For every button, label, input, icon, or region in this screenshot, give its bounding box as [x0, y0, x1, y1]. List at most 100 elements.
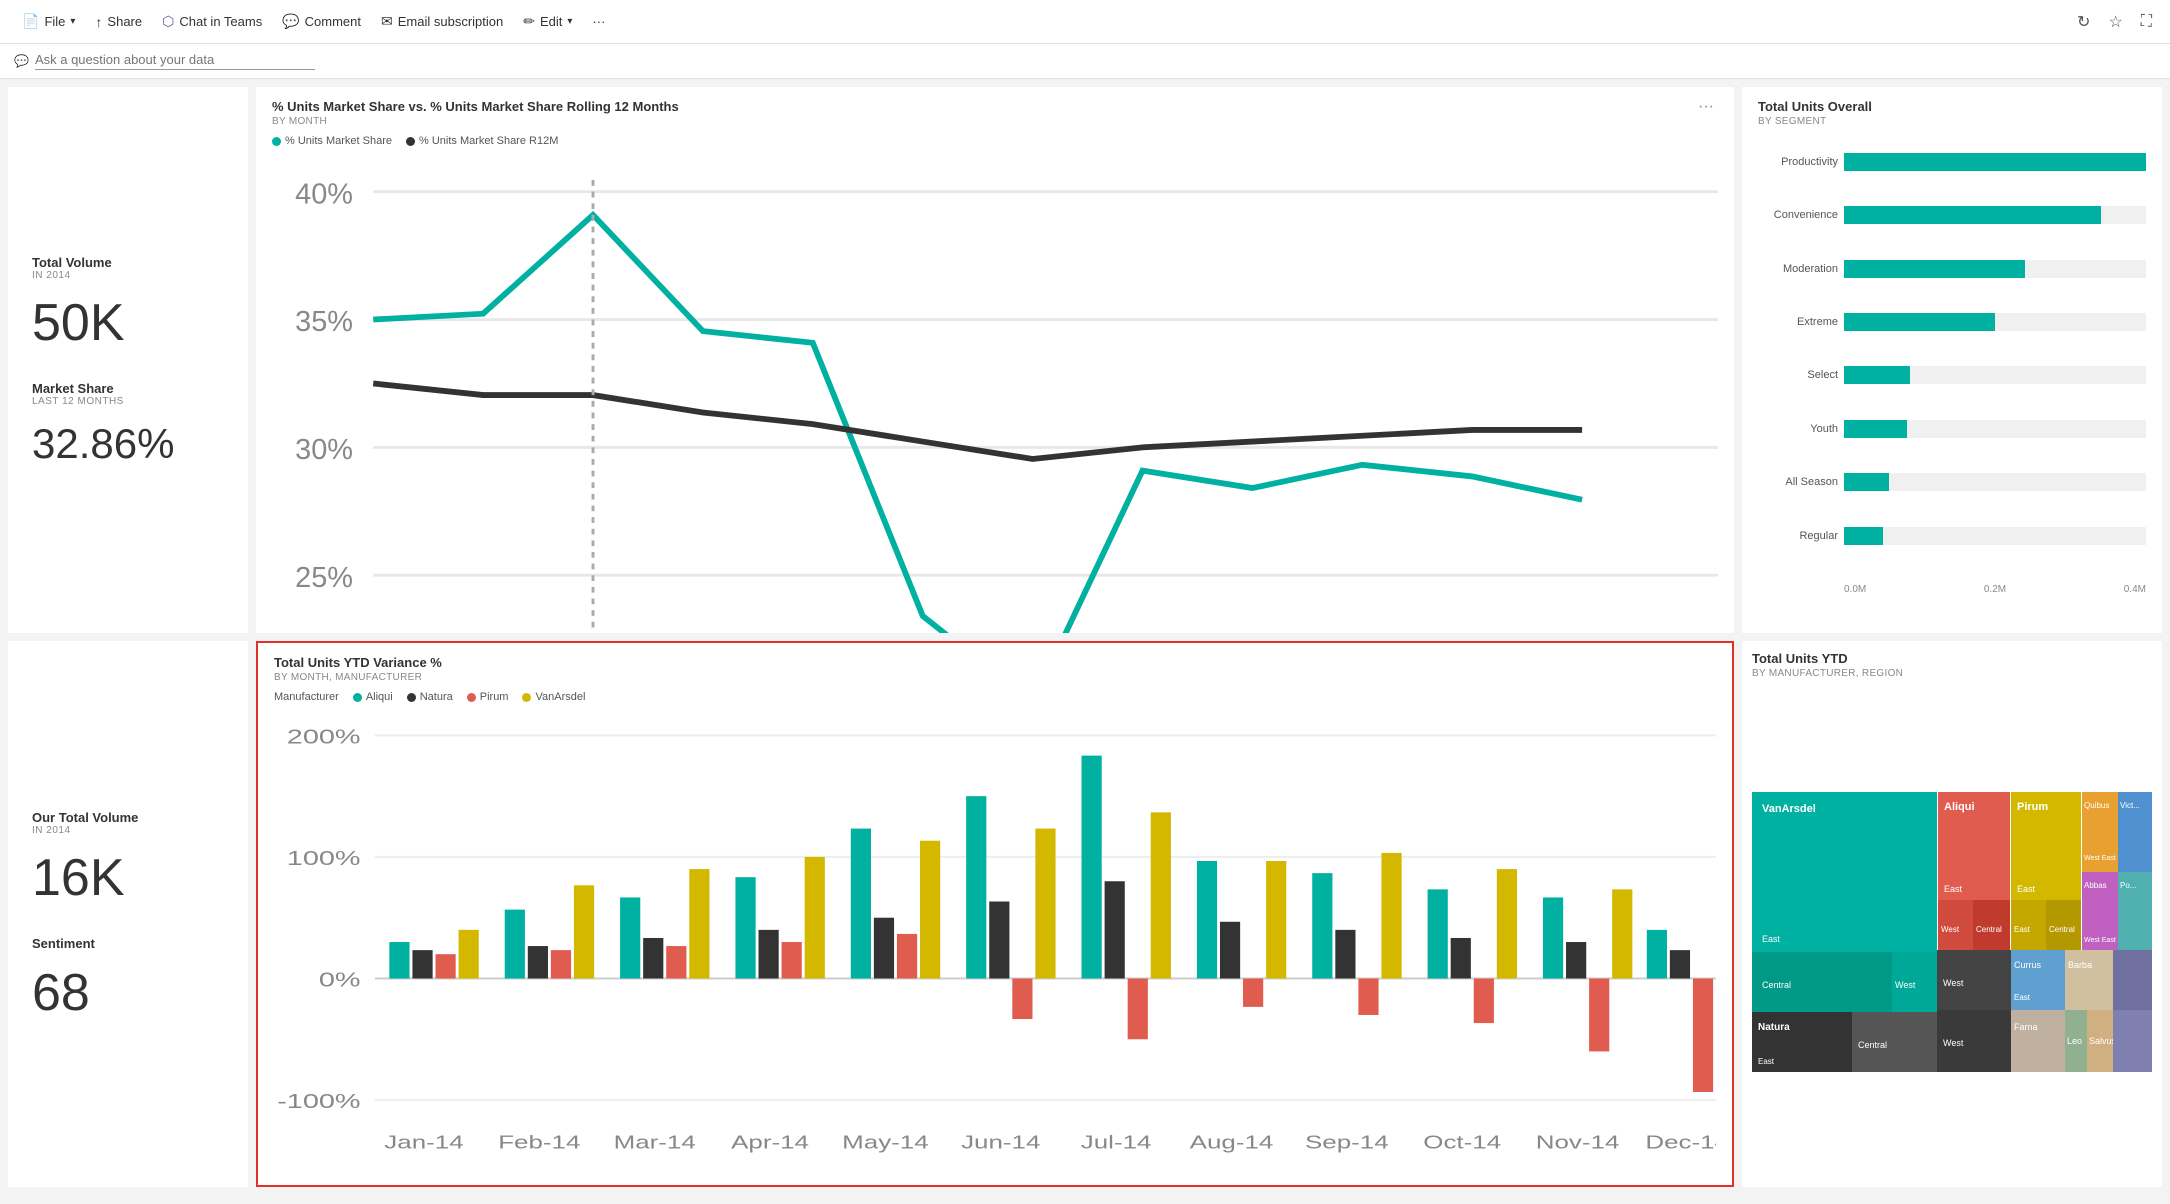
- share-button[interactable]: ↑ Share: [85, 0, 152, 43]
- file-label: File: [44, 14, 65, 29]
- treemap-vanarsdel[interactable]: [1752, 792, 1937, 952]
- treemap-subtitle: BY MANUFACTURER, REGION: [1752, 668, 2152, 679]
- svg-text:200%: 200%: [287, 726, 361, 749]
- fullscreen-button[interactable]: ⛶: [2135, 8, 2158, 36]
- svg-text:Dec-14: Dec-14: [1645, 1132, 1716, 1152]
- treemap-barba[interactable]: [2065, 950, 2113, 1010]
- file-button[interactable]: 📄 File ▾: [12, 0, 85, 43]
- svg-text:West East: West East: [2084, 937, 2116, 944]
- treemap-title: Total Units YTD: [1752, 651, 2152, 666]
- chat-label: Chat in Teams: [179, 14, 262, 29]
- svg-text:Feb-14: Feb-14: [498, 1132, 580, 1152]
- qa-input-container[interactable]: [35, 52, 315, 70]
- toolbar-right-actions: ↻ ☆ ⛶: [2071, 8, 2158, 36]
- hbar-axis: 0.0M 0.2M 0.4M: [1758, 584, 2146, 595]
- comment-button[interactable]: 💬 Comment: [272, 0, 371, 43]
- svg-text:Po...: Po...: [2120, 881, 2136, 890]
- qa-icon: 💬: [14, 54, 29, 68]
- email-subscription-button[interactable]: ✉ Email subscription: [371, 0, 513, 43]
- our-total-value: 16K: [32, 852, 224, 904]
- hbar-row-moderation: Moderation: [1758, 260, 2146, 278]
- hbar-chart-title: Total Units Overall: [1758, 99, 2146, 114]
- hbar-row-allseason: All Season: [1758, 473, 2146, 491]
- sentiment-value: 68: [32, 967, 224, 1019]
- share-icon: ↑: [95, 14, 102, 30]
- qa-input[interactable]: [35, 52, 315, 67]
- treemap-farna[interactable]: [2011, 1010, 2065, 1072]
- legend-natura: Natura: [407, 691, 453, 703]
- more-options-button[interactable]: ···: [582, 0, 615, 43]
- treemap-extra1: [2113, 950, 2152, 1010]
- svg-text:Central: Central: [1762, 980, 1791, 990]
- svg-text:East: East: [1944, 884, 1963, 894]
- comment-label: Comment: [305, 14, 361, 29]
- svg-text:30%: 30%: [295, 434, 353, 466]
- svg-text:Oct-14: Oct-14: [1423, 1132, 1501, 1152]
- favorite-button[interactable]: ☆: [2102, 8, 2128, 36]
- svg-text:West: West: [1941, 925, 1960, 934]
- svg-text:100%: 100%: [287, 847, 361, 870]
- svg-text:West: West: [1943, 978, 1964, 988]
- teams-icon: ⬡: [162, 13, 174, 30]
- svg-text:West: West: [1943, 1038, 1964, 1048]
- our-total-label: Our Total Volume: [32, 810, 224, 825]
- refresh-button[interactable]: ↻: [2071, 8, 2096, 36]
- total-volume-period: IN 2014: [32, 270, 224, 281]
- more-label: ···: [592, 14, 605, 29]
- comment-icon: 💬: [282, 13, 299, 30]
- file-icon: 📄: [22, 13, 39, 30]
- svg-text:Aug-14: Aug-14: [1190, 1132, 1274, 1152]
- svg-text:Currus: Currus: [2014, 960, 2042, 970]
- market-share-value: 32.86%: [32, 423, 224, 465]
- legend-dot-teal: [272, 137, 281, 146]
- vbar-chart-legend: Manufacturer Aliqui Natura Pirum VanArsd…: [274, 691, 1716, 703]
- svg-text:Barba: Barba: [2068, 960, 2092, 970]
- svg-text:-100%: -100%: [277, 1090, 360, 1113]
- svg-text:Jul-14: Jul-14: [1081, 1132, 1152, 1152]
- svg-text:East: East: [1762, 934, 1781, 944]
- line-chart-more-button[interactable]: ···: [1694, 99, 1718, 115]
- edit-chevron: ▾: [567, 16, 572, 27]
- our-total-period: IN 2014: [32, 825, 224, 836]
- svg-text:Vict...: Vict...: [2120, 801, 2140, 810]
- svg-text:West: West: [1895, 980, 1916, 990]
- market-share-label: Market Share: [32, 381, 224, 396]
- svg-text:Farna: Farna: [2014, 1022, 2038, 1032]
- total-volume-value: 50K: [32, 297, 224, 349]
- svg-text:35%: 35%: [295, 306, 353, 338]
- treemap-extra2: [2113, 1010, 2152, 1072]
- hbar-row-convenience: Convenience: [1758, 206, 2146, 224]
- line-chart-svg: 40% 35% 30% 25% 20% Jan-14 Feb-14: [272, 151, 1718, 633]
- chat-teams-button[interactable]: ⬡ Chat in Teams: [152, 0, 272, 43]
- edit-icon: ✏: [523, 13, 535, 30]
- line-chart-title: % Units Market Share vs. % Units Market …: [272, 99, 679, 114]
- svg-text:Apr-14: Apr-14: [731, 1132, 809, 1152]
- treemap-svg: VanArsdel East Central West Aliqui East …: [1752, 687, 2152, 1177]
- hbar-row-extreme: Extreme: [1758, 313, 2146, 331]
- line-chart-header: % Units Market Share vs. % Units Market …: [272, 99, 1718, 127]
- svg-text:Jun-14: Jun-14: [961, 1132, 1040, 1152]
- legend-units-market-share: % Units Market Share: [272, 135, 392, 147]
- svg-text:0%: 0%: [319, 969, 361, 992]
- hbar-row-select: Select: [1758, 366, 2146, 384]
- edit-button[interactable]: ✏ Edit ▾: [513, 0, 582, 43]
- svg-text:25%: 25%: [295, 562, 353, 594]
- legend-dot-dark: [406, 137, 415, 146]
- edit-label: Edit: [540, 14, 562, 29]
- svg-text:East: East: [1758, 1057, 1775, 1066]
- email-label: Email subscription: [398, 14, 504, 29]
- svg-text:East: East: [2017, 884, 2036, 894]
- svg-text:Jan-14: Jan-14: [384, 1132, 463, 1152]
- svg-text:Aliqui: Aliqui: [1944, 801, 1975, 813]
- svg-text:Central: Central: [1858, 1040, 1887, 1050]
- svg-text:Sep-14: Sep-14: [1305, 1132, 1389, 1152]
- svg-text:Abbas: Abbas: [2084, 881, 2107, 890]
- vbar-chart-area: 200% 100% 0% -100%: [274, 707, 1716, 1173]
- line-chart-panel: % Units Market Share vs. % Units Market …: [256, 87, 1734, 633]
- dashboard: Total Volume IN 2014 50K Market Share LA…: [0, 79, 2170, 1195]
- share-label: Share: [107, 14, 142, 29]
- svg-text:40%: 40%: [295, 178, 353, 210]
- svg-text:May-14: May-14: [842, 1132, 929, 1152]
- total-volume-kpi: Total Volume IN 2014 50K Market Share LA…: [8, 87, 248, 633]
- hbar-chart-subtitle: BY SEGMENT: [1758, 116, 2146, 127]
